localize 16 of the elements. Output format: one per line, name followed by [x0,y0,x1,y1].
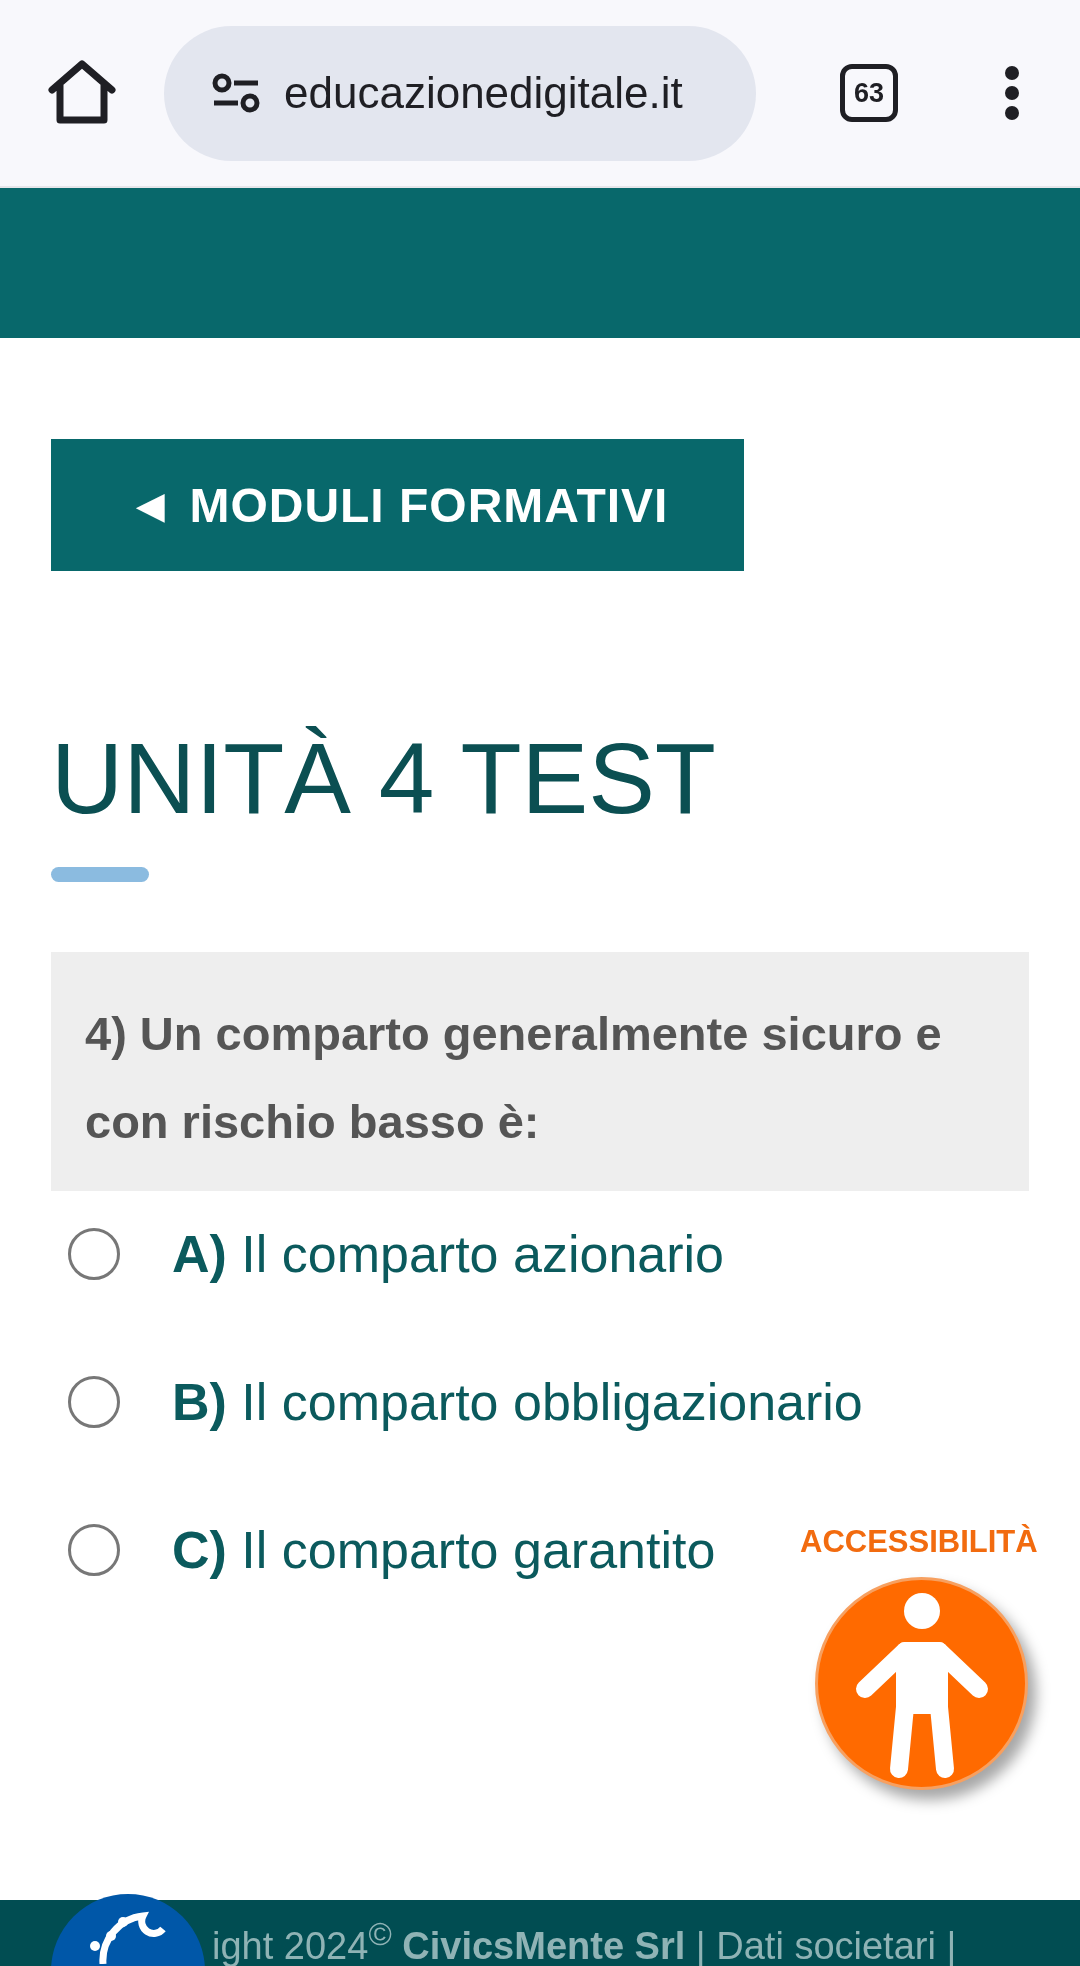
menu-icon[interactable] [1004,65,1020,121]
back-button[interactable]: ◄ MODULI FORMATIVI [51,439,744,571]
accessibility-label: ACCESSIBILITÀ [800,1524,1038,1560]
site-settings-icon[interactable] [210,71,262,115]
page-title: UNITÀ 4 TEST [51,723,717,833]
option-label[interactable]: B) Il comparto obbligazionario [172,1372,863,1432]
radio-button[interactable] [68,1228,120,1280]
option-label[interactable]: A) Il comparto azionario [172,1224,724,1284]
address-bar[interactable]: educazionedigitale.it [164,25,756,161]
radio-button[interactable] [68,1376,120,1428]
tab-count[interactable]: 63 [840,64,898,122]
option-label[interactable]: C) Il comparto garantito [172,1520,716,1580]
question-text: 4) Un comparto generalmente sicuro e con rischio basso è: [85,1006,943,1150]
copyright-text: ight 2024$^{©}$ CivicsMente Srl | Dati societari | [212,1924,957,1966]
radio-button[interactable] [68,1524,120,1576]
url-text: educazionedigitale.it [284,68,683,118]
